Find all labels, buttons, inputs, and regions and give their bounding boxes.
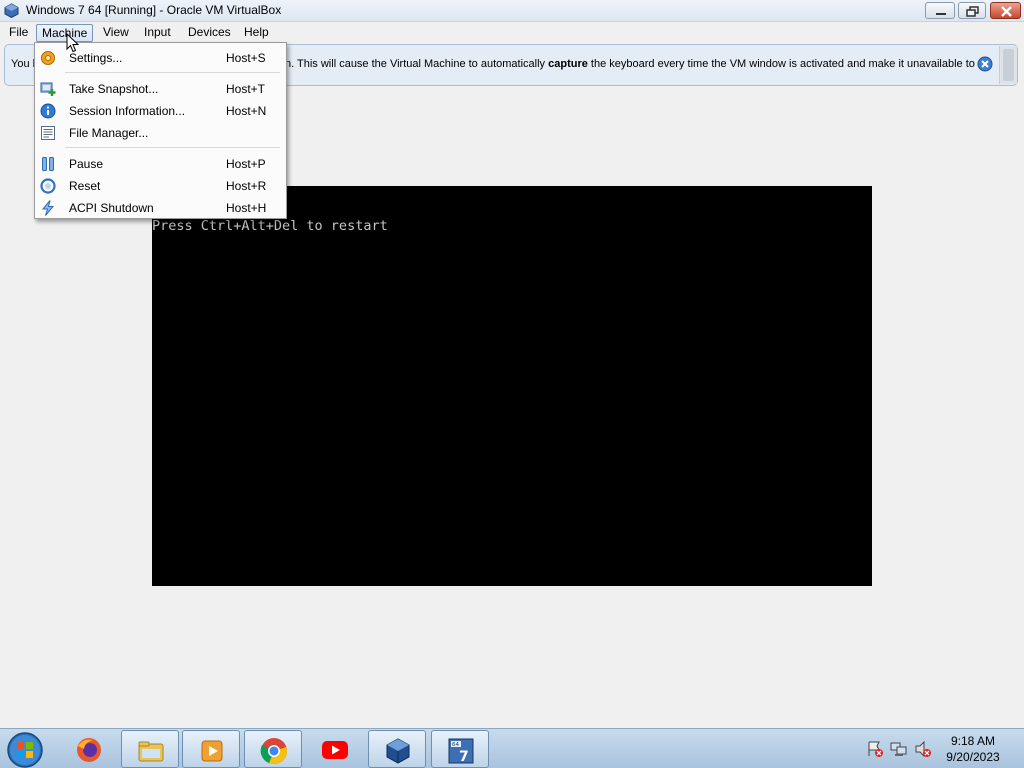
clock-date[interactable]: 9/20/2023 — [934, 750, 1012, 764]
info-icon — [40, 103, 56, 119]
taskbar-windows7-vm[interactable]: 64 7 — [431, 730, 489, 768]
taskbar: 64 7 9:18 AM 9/20/2023 — [0, 728, 1024, 768]
windows7-64-vm-icon: 64 7 — [448, 738, 474, 765]
minimize-button[interactable] — [925, 2, 955, 19]
acpi-shutdown-icon — [41, 200, 55, 216]
network-icon[interactable] — [890, 740, 908, 758]
menu-separator — [65, 72, 280, 73]
menu-item-session-information[interactable]: Session Information... Host+N — [37, 100, 284, 122]
taskbar-chrome[interactable] — [244, 730, 302, 768]
system-tray — [862, 737, 942, 761]
scrollbar-thumb[interactable] — [1003, 49, 1014, 81]
menu-devices[interactable]: Devices — [183, 24, 236, 42]
menu-separator — [65, 147, 280, 148]
youtube-icon — [322, 741, 348, 759]
menu-item-pause[interactable]: Pause Host+P — [37, 153, 284, 175]
menu-bar: File Machine View Input Devices Help — [0, 22, 1024, 43]
console-line-2: Press Ctrl+Alt+Del to restart — [152, 218, 388, 234]
taskbar-youtube[interactable] — [306, 730, 364, 768]
clock-time[interactable]: 9:18 AM — [934, 734, 1012, 748]
taskbar-file-explorer[interactable] — [121, 730, 179, 768]
svg-text:64: 64 — [452, 742, 459, 748]
notification-scrollbar[interactable] — [999, 46, 1017, 84]
chrome-icon — [260, 738, 287, 764]
minimize-icon — [936, 13, 946, 15]
close-button[interactable] — [990, 2, 1021, 19]
taskbar-media-player[interactable] — [182, 730, 240, 768]
taskbar-virtualbox[interactable] — [368, 730, 426, 768]
svg-text:7: 7 — [459, 749, 469, 765]
menu-machine[interactable]: Machine — [36, 24, 94, 42]
reset-icon — [40, 178, 56, 194]
menu-item-take-snapshot[interactable]: Take Snapshot... Host+T — [37, 78, 284, 100]
snapshot-icon — [40, 82, 56, 96]
menu-item-acpi-shutdown[interactable]: ACPI Shutdown Host+H — [37, 197, 284, 219]
notification-text: n. This will cause the Virtual Machine t… — [285, 58, 975, 70]
virtualbox-icon — [386, 738, 410, 764]
menu-view[interactable]: View — [98, 24, 134, 42]
media-player-icon — [201, 740, 223, 762]
restore-button[interactable] — [958, 2, 986, 19]
action-center-icon[interactable] — [866, 740, 884, 758]
menu-help[interactable]: Help — [239, 24, 274, 42]
menu-item-reset[interactable]: Reset Host+R — [37, 175, 284, 197]
menu-item-file-manager[interactable]: File Manager... — [37, 122, 284, 144]
volume-muted-icon[interactable] — [914, 740, 932, 758]
file-explorer-icon — [138, 741, 164, 762]
taskbar-firefox[interactable] — [60, 730, 118, 768]
title-bar: Windows 7 64 [Running] - Oracle VM Virtu… — [0, 0, 1024, 22]
pause-icon — [42, 157, 54, 171]
menu-input[interactable]: Input — [139, 24, 176, 42]
machine-menu-dropdown: Settings... Host+S Take Snapshot... Host… — [34, 42, 287, 219]
file-manager-icon — [41, 126, 55, 140]
virtualbox-icon — [4, 3, 19, 18]
notification-bold-word: capture — [548, 58, 588, 70]
close-icon — [1001, 6, 1012, 17]
settings-gear-icon — [41, 51, 55, 65]
vm-display[interactable]: ing Press Ctrl+Alt+Del to restart — [152, 186, 872, 586]
windows-start-orb[interactable] — [6, 731, 44, 768]
window-title: Windows 7 64 [Running] - Oracle VM Virtu… — [26, 3, 282, 17]
menu-file[interactable]: File — [4, 24, 33, 42]
mouse-cursor-icon — [66, 33, 79, 53]
maximize-icon — [966, 6, 979, 17]
close-circle-icon[interactable] — [977, 56, 993, 72]
firefox-icon — [77, 738, 101, 762]
